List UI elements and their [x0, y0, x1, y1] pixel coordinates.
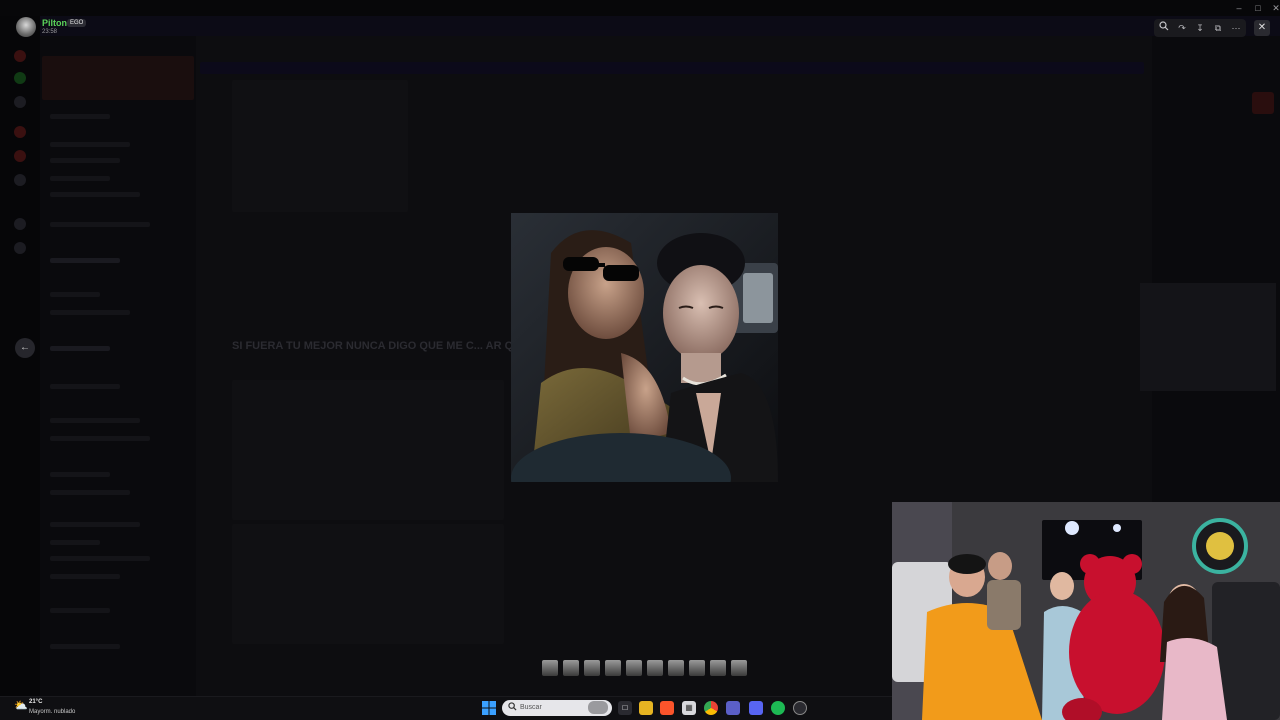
weather-temp[interactable]: 21°C — [29, 699, 42, 705]
webcam-overlay — [892, 502, 1280, 720]
open-external-icon[interactable]: ⧉ — [1210, 20, 1226, 36]
notification-strip — [0, 16, 1280, 36]
app-icon[interactable] — [793, 701, 807, 715]
thumbnail[interactable] — [563, 660, 579, 676]
spotify-icon[interactable] — [771, 701, 785, 715]
maximize-icon[interactable]: □ — [1251, 2, 1265, 14]
viewer-image[interactable] — [511, 213, 778, 482]
channel-item[interactable] — [50, 556, 150, 561]
arrow-left-icon[interactable]: ← — [15, 338, 35, 358]
share-icon[interactable]: ↷ — [1174, 20, 1190, 36]
channel-item[interactable] — [50, 472, 110, 477]
server-icon[interactable] — [14, 72, 26, 84]
thumbnail[interactable] — [689, 660, 705, 676]
server-icon[interactable] — [14, 150, 26, 162]
close-icon[interactable]: ✕ — [1254, 20, 1270, 36]
embed-preview — [1140, 283, 1276, 391]
minimize-icon[interactable]: – — [1232, 2, 1246, 14]
message-time: 23:58 — [42, 29, 58, 35]
channel-item[interactable] — [50, 644, 120, 649]
thumbnail[interactable] — [584, 660, 600, 676]
viewer-username[interactable]: Pilton — [42, 18, 67, 28]
thumbnail[interactable] — [542, 660, 558, 676]
notice-bar — [200, 62, 1144, 74]
message-image[interactable] — [232, 524, 504, 644]
chrome-icon[interactable] — [704, 701, 718, 715]
message-image[interactable] — [232, 380, 504, 520]
discord-icon[interactable] — [749, 701, 763, 715]
thumbnail[interactable] — [605, 660, 621, 676]
channel-item[interactable] — [50, 222, 150, 227]
channel-item[interactable] — [50, 384, 120, 389]
server-banner — [42, 56, 194, 100]
download-icon[interactable]: ↧ — [1192, 20, 1208, 36]
thumbnail[interactable] — [668, 660, 684, 676]
thumbnail[interactable] — [626, 660, 642, 676]
channel-item[interactable] — [50, 114, 110, 119]
weather-icon[interactable]: ⛅ — [14, 699, 28, 712]
search-icon — [508, 702, 517, 713]
window-close-icon[interactable]: ✕ — [1269, 2, 1280, 14]
thumbnail[interactable] — [647, 660, 663, 676]
server-icon[interactable] — [14, 50, 26, 62]
search-placeholder: Buscar — [520, 704, 542, 711]
calendar-icon[interactable]: ▦ — [682, 701, 696, 715]
server-icon[interactable] — [14, 174, 26, 186]
channel-item[interactable] — [50, 176, 110, 181]
thumbnail[interactable] — [710, 660, 726, 676]
channel-item[interactable] — [50, 522, 140, 527]
channel-item[interactable] — [50, 292, 100, 297]
channel-item[interactable] — [50, 436, 150, 441]
member-avatar[interactable] — [1252, 92, 1274, 114]
search-highlight-icon — [588, 701, 608, 714]
channel-item[interactable] — [50, 158, 120, 163]
channel-list — [40, 36, 196, 696]
channel-item[interactable] — [50, 142, 130, 147]
server-icon[interactable] — [14, 218, 26, 230]
server-icon[interactable] — [14, 96, 26, 108]
channel-item[interactable] — [50, 258, 120, 263]
teams-icon[interactable] — [726, 701, 740, 715]
channel-item[interactable] — [50, 418, 140, 423]
channel-item[interactable] — [50, 608, 110, 613]
task-view-icon[interactable]: □ — [618, 701, 632, 715]
channel-item[interactable] — [50, 540, 100, 545]
more-icon[interactable]: ⋯ — [1228, 20, 1244, 36]
server-icon[interactable] — [14, 242, 26, 254]
windows-start-icon[interactable] — [482, 701, 496, 715]
user-badge: EGO — [67, 19, 87, 27]
window-titlebar — [0, 0, 1280, 16]
zoom-icon[interactable] — [1156, 20, 1172, 36]
message-image[interactable] — [232, 80, 408, 212]
brave-icon[interactable] — [660, 701, 674, 715]
thumbnail[interactable] — [731, 660, 747, 676]
avatar[interactable] — [16, 17, 36, 37]
weather-condition[interactable]: Mayorm. nublado — [29, 709, 75, 715]
channel-item[interactable] — [50, 490, 130, 495]
channel-item[interactable] — [50, 346, 110, 351]
file-explorer-icon[interactable] — [639, 701, 653, 715]
channel-item[interactable] — [50, 310, 130, 315]
channel-item[interactable] — [50, 574, 120, 579]
server-icon[interactable] — [14, 126, 26, 138]
channel-item[interactable] — [50, 192, 140, 197]
